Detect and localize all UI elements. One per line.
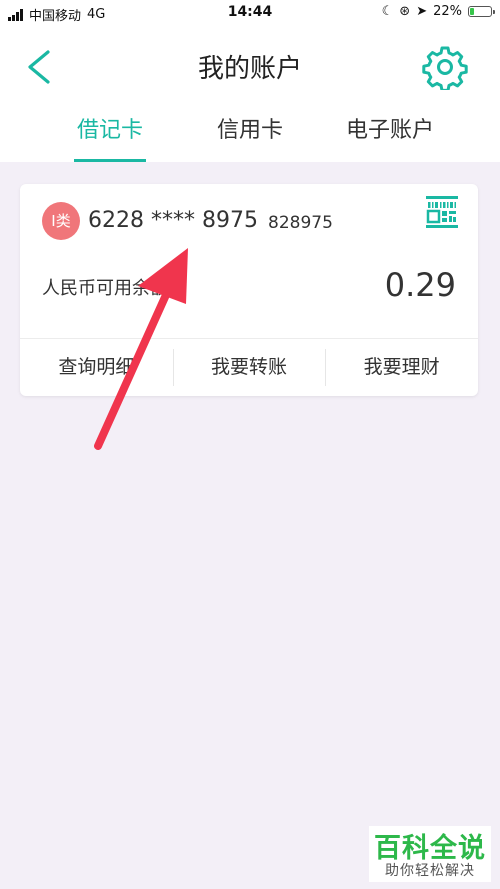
card-type-badge: I类 (42, 202, 80, 240)
battery-percent: 22% (433, 4, 462, 19)
watermark-subtitle: 助你轻松解决 (385, 863, 475, 879)
balance-value: 0.29 (384, 266, 456, 304)
red-arrow-annotation (94, 248, 188, 450)
battery-icon (468, 6, 495, 17)
moon-icon: ☾ (381, 4, 394, 19)
rotation-lock-icon: ⊛ (399, 4, 411, 19)
card-number-suffix: 828975 (268, 213, 333, 233)
watermark-logo: 百科全说 助你轻松解决 (369, 826, 491, 882)
status-right: ☾ ⊛ ➤ 22% (381, 4, 495, 19)
tab-credit-card[interactable]: 信用卡 (190, 112, 310, 162)
gear-icon[interactable] (422, 44, 468, 90)
wealth-management-button[interactable]: 我要理财 (325, 339, 478, 396)
barcode-icon[interactable] (426, 196, 458, 228)
status-bar: 中国移动 4G 14:44 ☾ ⊛ ➤ 22% (0, 0, 500, 26)
location-icon: ➤ (416, 4, 428, 19)
account-tabs: 借记卡 信用卡 电子账户 (0, 112, 500, 162)
card-number: 6228 **** 8975 (88, 208, 258, 233)
tab-e-account[interactable]: 电子账户 (330, 112, 450, 162)
battery-level (470, 8, 474, 15)
tab-debit-card[interactable]: 借记卡 (50, 112, 170, 162)
